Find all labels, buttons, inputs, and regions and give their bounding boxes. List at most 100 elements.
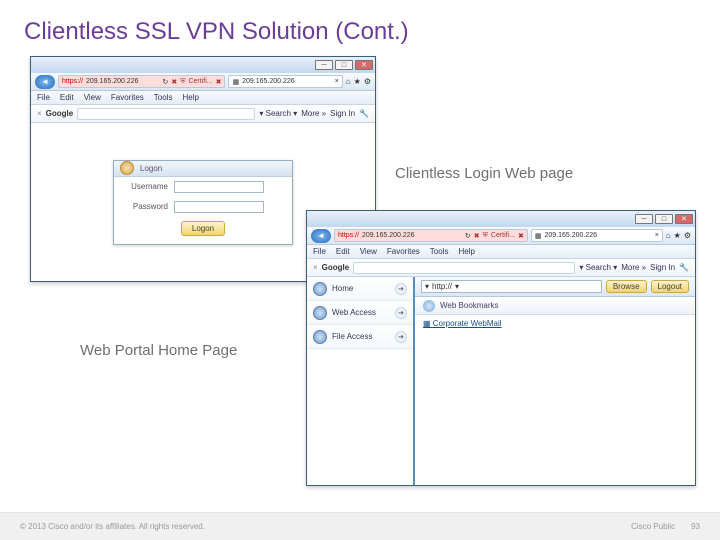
stop-icon[interactable]: ✖ <box>171 78 177 86</box>
address-ip: 209.165.200.226 <box>86 78 139 85</box>
home-icon[interactable]: ⌂ <box>666 231 671 240</box>
sidebar-item-fileaccess[interactable]: File Access ➜ <box>307 325 413 349</box>
sidebar-item-home[interactable]: Home ➜ <box>307 277 413 301</box>
menu-file[interactable]: File <box>313 247 326 256</box>
logon-button[interactable]: Logon <box>181 221 225 236</box>
chevron-down-icon[interactable]: ▾ <box>425 282 429 291</box>
menu-tools[interactable]: Tools <box>154 93 173 102</box>
maximize-button[interactable]: □ <box>335 60 353 70</box>
tab-close-icon[interactable]: × <box>655 232 659 239</box>
refresh-icon[interactable]: ↻ <box>465 232 471 240</box>
google-toolbar: × Google ▾ Search ▾ More » Sign In 🔧 <box>31 105 375 123</box>
password-input[interactable] <box>174 201 264 213</box>
logon-panel: Logon Username Password Logon <box>113 160 293 245</box>
sidebar-item-webaccess[interactable]: Web Access ➜ <box>307 301 413 325</box>
tab-indicator[interactable]: ▦ 209.165.200.226 × <box>531 229 663 242</box>
cert-warning-icon[interactable]: ⛨ <box>483 232 488 240</box>
browse-button[interactable]: Browse <box>606 280 647 293</box>
close-button[interactable]: ✕ <box>675 214 693 224</box>
caption-login: Clientless Login Web page <box>395 165 573 182</box>
username-label: Username <box>122 182 168 191</box>
go-icon: ➜ <box>395 331 407 343</box>
sidebar-item-label: Home <box>332 284 353 293</box>
slide-title: Clientless SSL VPN Solution (Cont.) <box>0 0 720 58</box>
menu-edit[interactable]: Edit <box>336 247 350 256</box>
sidebar-item-label: Web Access <box>332 308 376 317</box>
titlebar: ─ □ ✕ <box>31 57 375 73</box>
bookmarks-icon <box>423 300 435 312</box>
cert-close-icon[interactable]: ✖ <box>518 232 524 240</box>
wrench-icon[interactable]: 🔧 <box>679 263 689 272</box>
nav-row: ◄ https:// 209.165.200.226 ↻ ✖ ⛨ Certifi… <box>307 227 695 245</box>
wrench-icon[interactable]: 🔧 <box>359 109 369 118</box>
search-dropdown[interactable]: ▾ Search ▾ <box>579 263 617 272</box>
tab-close-icon[interactable]: × <box>335 78 339 85</box>
refresh-icon[interactable]: ↻ <box>162 78 168 86</box>
back-button[interactable]: ◄ <box>311 229 331 243</box>
page-number: 93 <box>691 522 700 531</box>
toolbar-close-icon[interactable]: × <box>37 109 42 118</box>
https-label: https:// <box>338 232 359 239</box>
address-bar-main[interactable]: https:// 209.165.200.226 ↻ ✖ ⛨ Certifi..… <box>58 75 225 88</box>
cert-warning-icon[interactable]: ⛨ <box>180 78 185 86</box>
favorites-icon[interactable]: ★ <box>354 77 361 86</box>
menu-view[interactable]: View <box>84 93 101 102</box>
menu-tools[interactable]: Tools <box>430 247 449 256</box>
home-nav-icon <box>313 282 327 296</box>
google-search-input[interactable] <box>77 108 255 120</box>
menu-favorites[interactable]: Favorites <box>387 247 420 256</box>
go-icon: ➜ <box>395 283 407 295</box>
more-button[interactable]: More » <box>301 109 326 118</box>
address-ip: 209.165.200.226 <box>362 232 415 239</box>
signin-button[interactable]: Sign In <box>330 109 355 118</box>
cert-close-icon[interactable]: ✖ <box>216 78 222 86</box>
portal-sidebar: Home ➜ Web Access ➜ File Access ➜ <box>307 277 415 485</box>
address-bar-main[interactable]: https:// 209.165.200.226 ↻ ✖ ⛨ Certifi..… <box>334 229 528 242</box>
maximize-button[interactable]: □ <box>655 214 673 224</box>
portal-body: Home ➜ Web Access ➜ File Access ➜ ▾ http… <box>307 277 695 485</box>
favorites-icon[interactable]: ★ <box>674 231 681 240</box>
toolbar-close-icon[interactable]: × <box>313 263 318 272</box>
portal-url-bar: ▾ http:// ▾ Browse Logout <box>415 277 695 297</box>
cert-label: Certifi... <box>491 232 515 239</box>
folder-icon <box>313 330 327 344</box>
more-button[interactable]: More » <box>621 263 646 272</box>
slide-footer: © 2013 Cisco and/or its affiliates. All … <box>0 512 720 540</box>
tab-ip: 209.165.200.226 <box>242 78 295 85</box>
portal-url-input[interactable]: ▾ http:// ▾ <box>421 280 602 293</box>
portal-browser-window: ─ □ ✕ ◄ https:// 209.165.200.226 ↻ ✖ ⛨ C… <box>306 210 696 486</box>
sidebar-item-label: File Access <box>332 332 372 341</box>
titlebar: ─ □ ✕ <box>307 211 695 227</box>
tools-icon[interactable]: ⚙ <box>684 231 691 240</box>
tab-ip: 209.165.200.226 <box>545 232 598 239</box>
menu-help[interactable]: Help <box>182 93 198 102</box>
stop-icon[interactable]: ✖ <box>474 232 480 240</box>
portal-main: ▾ http:// ▾ Browse Logout Web Bookmarks … <box>415 277 695 485</box>
google-search-input[interactable] <box>353 262 575 274</box>
minimize-button[interactable]: ─ <box>635 214 653 224</box>
menu-view[interactable]: View <box>360 247 377 256</box>
bookmark-corporate-webmail[interactable]: ▦ Corporate WebMail <box>415 315 695 332</box>
tab-indicator[interactable]: ▦ 209.165.200.226 × <box>228 75 342 88</box>
menu-favorites[interactable]: Favorites <box>111 93 144 102</box>
username-input[interactable] <box>174 181 264 193</box>
logout-button[interactable]: Logout <box>651 280 689 293</box>
menu-bar: File Edit View Favorites Tools Help <box>307 245 695 259</box>
menu-file[interactable]: File <box>37 93 50 102</box>
home-icon[interactable]: ⌂ <box>346 77 351 86</box>
tools-icon[interactable]: ⚙ <box>364 77 371 86</box>
tab-favicon: ▦ <box>232 78 239 86</box>
caption-portal: Web Portal Home Page <box>80 342 237 359</box>
chevron-down-icon[interactable]: ▾ <box>455 282 459 291</box>
menu-help[interactable]: Help <box>458 247 474 256</box>
menu-edit[interactable]: Edit <box>60 93 74 102</box>
close-button[interactable]: ✕ <box>355 60 373 70</box>
scheme-label: http:// <box>432 282 452 291</box>
tab-favicon: ▦ <box>535 232 542 240</box>
globe-icon <box>313 306 327 320</box>
signin-button[interactable]: Sign In <box>650 263 675 272</box>
back-button[interactable]: ◄ <box>35 75 55 89</box>
search-dropdown[interactable]: ▾ Search ▾ <box>259 109 297 118</box>
minimize-button[interactable]: ─ <box>315 60 333 70</box>
menu-bar: File Edit View Favorites Tools Help <box>31 91 375 105</box>
